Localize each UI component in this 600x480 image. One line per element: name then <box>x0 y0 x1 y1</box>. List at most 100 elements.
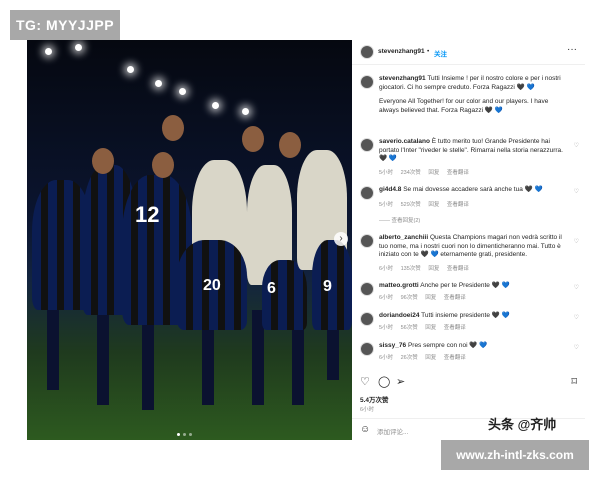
translate-button[interactable]: 查看翻译 <box>444 355 466 361</box>
caption-text-en: Everyone All Together! for our color and… <box>379 98 549 114</box>
stadium-light <box>179 88 186 95</box>
comment-time: 6小时 <box>379 295 394 301</box>
comment-likes[interactable]: 135次赞 <box>401 266 421 272</box>
comment-username[interactable]: doriandoei24 <box>379 312 419 319</box>
stadium-light <box>127 66 134 73</box>
comment-text: Pres sempre con noi 🖤 💙 <box>407 342 488 349</box>
post-actions: ♡ ◯ ➢ ⌑ <box>360 375 577 389</box>
watermark-mid: 头条 @齐帅 <box>488 417 557 432</box>
translate-button[interactable]: 查看翻译 <box>447 170 469 176</box>
player-head <box>279 132 301 158</box>
caption-body: stevenzhang91 Tutti Insieme ! per il nos… <box>379 75 569 115</box>
jersey-number: 6 <box>267 280 276 297</box>
comment-meta: 5小时 529次赞 回复 查看翻译 <box>379 200 475 208</box>
avatar[interactable] <box>360 342 374 356</box>
comment-time: 6小时 <box>379 266 394 272</box>
comment-text: Tutti insieme presidente 🖤 💙 <box>421 312 510 319</box>
player-leg <box>47 300 59 390</box>
comment-like-icon[interactable]: ♡ <box>574 284 579 291</box>
translate-button[interactable]: 查看翻译 <box>447 202 469 208</box>
comment-like-icon[interactable]: ♡ <box>574 238 579 245</box>
comment-body: matteo.grotti Anche per te Presidente 🖤 … <box>379 282 569 291</box>
comment-like-icon[interactable]: ♡ <box>574 142 579 149</box>
post-panel: stevenzhang91 • 关注 ··· stevenzhang91 Tut… <box>352 40 585 440</box>
comment-time: 5小时 <box>379 202 394 208</box>
stadium-light <box>212 102 219 109</box>
comment-username[interactable]: alberto_zanchiii <box>379 234 428 241</box>
comment-username[interactable]: sissy_76 <box>379 342 406 349</box>
player-head <box>162 115 184 141</box>
share-icon[interactable]: ➢ <box>396 375 405 388</box>
comment-like-icon[interactable]: ♡ <box>574 188 579 195</box>
carousel-dots <box>177 433 192 436</box>
post-username[interactable]: stevenzhang91 <box>378 48 425 55</box>
comment-time: 6小时 <box>379 355 394 361</box>
comment-time: 5小时 <box>379 170 394 176</box>
stadium-light <box>45 48 52 55</box>
comment-username[interactable]: matteo.grotti <box>379 282 419 289</box>
add-comment-input[interactable]: 添加评论... <box>377 426 408 436</box>
avatar[interactable] <box>360 75 374 89</box>
reply-button[interactable]: 回复 <box>425 325 436 331</box>
comment-body: sissy_76 Pres sempre con noi 🖤 💙 <box>379 342 569 351</box>
avatar[interactable] <box>360 45 374 59</box>
player-leg <box>97 310 109 405</box>
comment-likes[interactable]: 234次赞 <box>401 170 421 176</box>
comment-likes[interactable]: 26次赞 <box>401 355 418 361</box>
comment-time: 5小时 <box>379 325 394 331</box>
comment-meta: 5小时 234次赞 回复 查看翻译 <box>379 168 475 176</box>
comment-likes[interactable]: 96次赞 <box>401 295 418 301</box>
comment-body: gi4d4.8 Se mai dovesse accadere sarà anc… <box>379 186 569 195</box>
reply-button[interactable]: 回复 <box>425 295 436 301</box>
translate-button[interactable]: 查看翻译 <box>444 295 466 301</box>
comment-body: doriandoei24 Tutti insieme presidente 🖤 … <box>379 312 569 321</box>
more-horizontal-icon[interactable]: ··· <box>567 44 577 55</box>
comment-body: alberto_zanchiii Questa Champions magari… <box>379 234 569 260</box>
dot-separator: • <box>427 48 430 55</box>
avatar[interactable] <box>360 312 374 326</box>
comment-likes[interactable]: 56次赞 <box>401 325 418 331</box>
comment-like-icon[interactable]: ♡ <box>574 314 579 321</box>
stadium-light <box>155 80 162 87</box>
comment-likes[interactable]: 529次赞 <box>401 202 421 208</box>
player-head <box>92 148 114 174</box>
comment-like-icon[interactable]: ♡ <box>574 344 579 351</box>
comment-body: saverio.catalano È tutto merito tuo! Gra… <box>379 138 569 164</box>
comment-meta: 6小时 26次赞 回复 查看翻译 <box>379 353 472 361</box>
comment-meta: 5小时 56次赞 回复 查看翻译 <box>379 323 472 331</box>
follow-button[interactable]: 关注 <box>434 48 447 58</box>
player-figure <box>312 240 352 330</box>
player-head <box>242 126 264 152</box>
jersey-number: 9 <box>323 278 332 295</box>
post-header: stevenzhang91 • 关注 ··· <box>352 40 585 65</box>
next-photo-arrow-icon[interactable]: › <box>334 232 348 246</box>
watermark-bottom: www.zh-intl-zks.com <box>441 440 589 470</box>
caption-username[interactable]: stevenzhang91 <box>379 75 426 82</box>
avatar[interactable] <box>360 234 374 248</box>
comment-username[interactable]: gi4d4.8 <box>379 186 401 193</box>
stadium-light <box>75 44 82 51</box>
avatar[interactable] <box>360 282 374 296</box>
comment-username[interactable]: saverio.catalano <box>379 138 430 145</box>
jersey-number: 20 <box>203 277 221 294</box>
translate-button[interactable]: 查看翻译 <box>447 266 469 272</box>
translate-button[interactable]: 查看翻译 <box>444 325 466 331</box>
bookmark-icon[interactable]: ⌑ <box>571 375 577 388</box>
avatar[interactable] <box>360 186 374 200</box>
comment-text: Anche per te Presidente 🖤 💙 <box>420 282 510 289</box>
reply-button[interactable]: 回复 <box>428 170 439 176</box>
likes-count[interactable]: 5.4万次赞 <box>360 394 389 404</box>
reply-button[interactable]: 回复 <box>428 266 439 272</box>
avatar[interactable] <box>360 138 374 152</box>
reply-button[interactable]: 回复 <box>428 202 439 208</box>
reply-button[interactable]: 回复 <box>425 355 436 361</box>
jersey-number: 12 <box>135 202 160 227</box>
comment-icon[interactable]: ◯ <box>378 375 390 388</box>
view-replies-link[interactable]: —— 查看回复(2) <box>379 216 420 224</box>
post-photo[interactable]: 12 20 6 9 › <box>27 40 352 440</box>
comment-text: Se mai dovesse accadere sarà anche tua 🖤… <box>403 186 543 193</box>
emoji-icon[interactable]: ☺ <box>360 424 370 435</box>
post-time: 6小时 <box>360 407 375 413</box>
watermark-top: TG: MYYJJPP <box>10 10 120 40</box>
heart-icon[interactable]: ♡ <box>360 375 370 388</box>
